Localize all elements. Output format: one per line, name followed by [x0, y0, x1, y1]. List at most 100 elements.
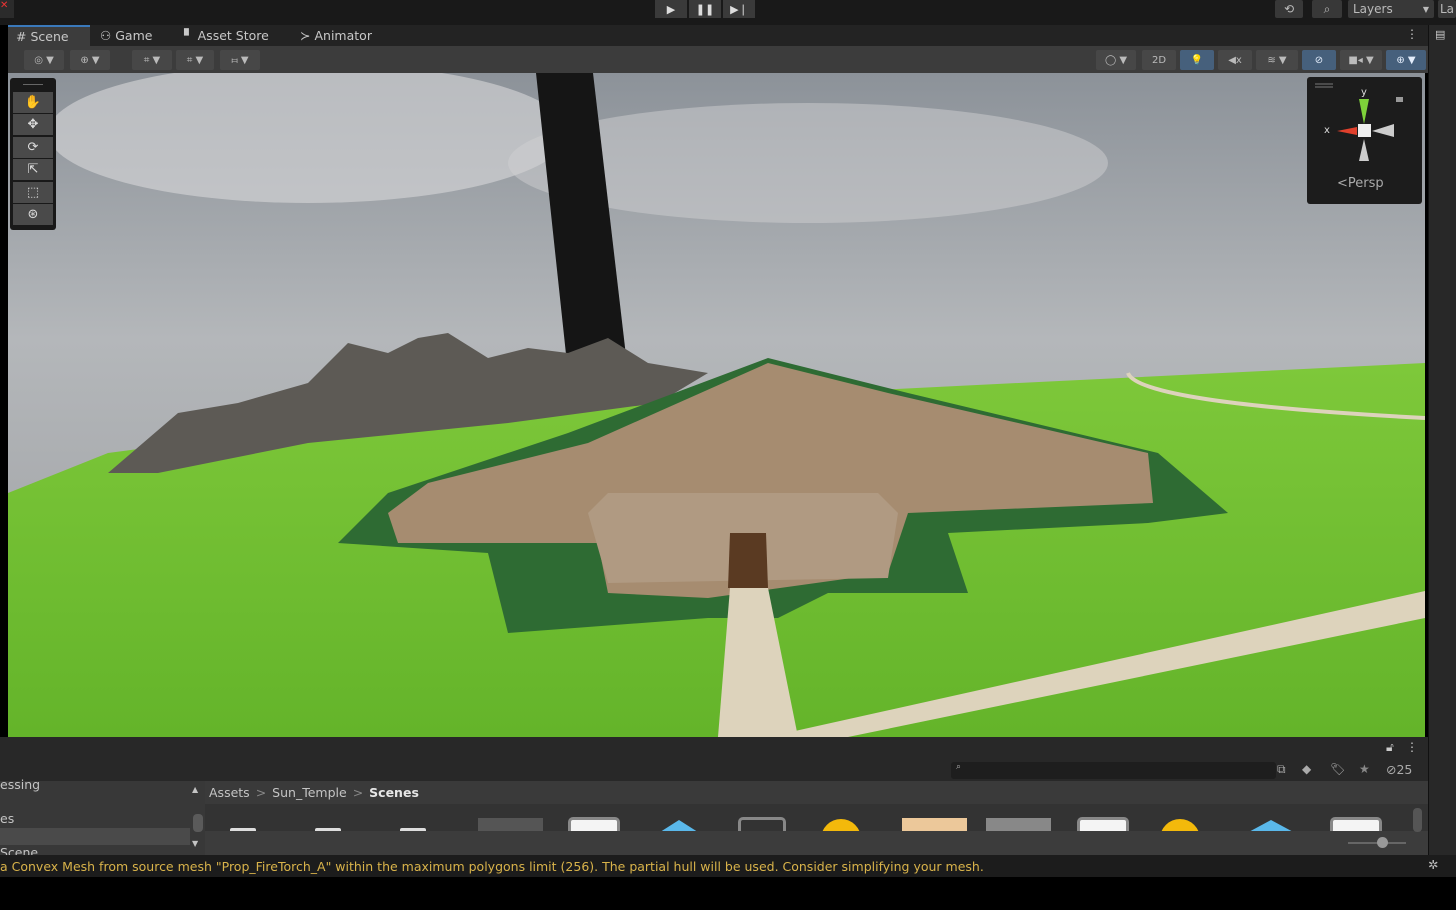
asset-thumbnail-file[interactable] — [568, 817, 620, 831]
step-button[interactable]: ▶❘ — [723, 0, 755, 18]
history-icon[interactable]: ⟲ — [1275, 0, 1303, 18]
tab-label: Game — [115, 28, 153, 43]
transform-tool-button[interactable]: ⊛ — [13, 204, 53, 225]
tab-asset-store[interactable]: ▘ Asset Store — [176, 25, 277, 46]
draw-mode-dropdown[interactable]: ◎ ▼ — [24, 50, 64, 70]
grid-icon: # — [16, 29, 27, 44]
scroll-down-arrow[interactable]: ▼ — [192, 839, 198, 848]
scene-render — [8, 73, 1425, 737]
asset-thumbnail-texture[interactable] — [986, 818, 1051, 831]
pause-button[interactable]: ❚❚ — [689, 0, 721, 18]
search-icon[interactable]: ⌕ — [1312, 0, 1342, 18]
tree-scrollbar[interactable] — [193, 814, 203, 832]
rotate-tool-button[interactable]: ⟳ — [13, 136, 53, 158]
hidden-objects-toggle[interactable]: ⊘ — [1302, 50, 1336, 70]
tab-bar: # Scene ⚇ Game ▘ Asset Store ≻ Animator ⋮ — [8, 25, 1428, 46]
rect-tool-button[interactable]: ⬚ — [13, 181, 53, 203]
toggle-2d-label: 2D — [1151, 54, 1167, 66]
breadcrumb-item[interactable]: Sun_Temple — [272, 785, 347, 800]
scene-viewport[interactable] — [8, 73, 1425, 737]
filter-by-type-icon[interactable]: ◆ — [1302, 762, 1311, 776]
asset-footer — [205, 831, 1428, 855]
asset-scrollbar[interactable] — [1413, 808, 1422, 832]
projection-label: Persp — [1347, 176, 1384, 191]
projection-toggle[interactable]: <Persp — [1337, 176, 1384, 191]
asset-thumbnail-file[interactable] — [738, 817, 786, 831]
lighting-toggle[interactable]: 💡 — [1180, 50, 1214, 70]
scale-tool-button[interactable]: ⇱ — [13, 159, 53, 180]
asset-thumbnail-prefab[interactable] — [1245, 820, 1297, 831]
favorite-star-icon[interactable]: ★ — [1359, 762, 1370, 776]
project-search-row: ⌕ ⧉ ◆ 🏷︎ ★ ⊘25 — [0, 760, 1428, 781]
tab-game[interactable]: ⚇ Game — [92, 25, 160, 46]
scale-icon: ⇱ — [27, 162, 39, 177]
project-search-input[interactable]: ⌕ — [951, 762, 1276, 779]
y-axis-cone — [1359, 99, 1369, 124]
asset-thumbnail-prefab[interactable] — [657, 820, 701, 831]
tab-scene[interactable]: # Scene — [8, 25, 90, 46]
rect-icon: ⬚ — [26, 184, 40, 200]
neg-y-axis-cone — [1359, 139, 1369, 161]
drag-handle[interactable] — [23, 84, 43, 90]
layout-label: La — [1439, 2, 1455, 16]
search-by-type-icon[interactable]: ⧉ — [1277, 762, 1286, 777]
asset-thumbnail-file[interactable] — [1077, 817, 1129, 831]
neg-x-axis-cone — [1372, 124, 1394, 137]
main-toolbar: ✕ ▶ ❚❚ ▶❘ ⟲ ⌕ Layers ▼ La — [0, 0, 1456, 25]
bag-icon: ▘ — [184, 28, 194, 43]
speaker-icon: ◀x — [1228, 54, 1242, 66]
scene-toolbar: ◎ ▼ ⊕ ▼ ⌗ ▼ ⌗ ▼ ⧦ ▼ ◯ ▼ 2D 💡 ◀x ≋ ▼ ⊘ ■◂… — [8, 46, 1428, 73]
rotate-icon: ⟳ — [27, 139, 39, 155]
animator-icon: ≻ — [300, 28, 311, 43]
play-button[interactable]: ▶ — [655, 0, 687, 18]
tab-label: Asset Store — [197, 28, 269, 43]
asset-thumbnail-texture[interactable] — [902, 818, 967, 831]
asset-thumbnail[interactable] — [478, 818, 543, 831]
center-cube — [1358, 124, 1371, 137]
more-menu-icon[interactable]: ⋮ — [1406, 740, 1418, 754]
tree-item[interactable]: essing — [0, 777, 40, 792]
zoom-slider-handle[interactable] — [1377, 837, 1388, 848]
y-axis-label: y — [1361, 87, 1367, 98]
inspector-panel-edge: ▤ — [1428, 25, 1456, 855]
tree-item[interactable]: Scene — [0, 845, 38, 855]
asset-thumbnail-material[interactable] — [821, 819, 861, 831]
breadcrumb-item[interactable]: Assets — [209, 785, 250, 800]
x-axis-cone — [1337, 127, 1357, 135]
increment-snap-dropdown[interactable]: ⌗ ▼ — [176, 50, 214, 70]
layers-dropdown[interactable]: Layers ▼ — [1348, 0, 1434, 18]
hidden-packages-toggle[interactable]: ⊘25 — [1386, 762, 1412, 777]
gizmos-dropdown[interactable]: ⊕ ▼ — [1386, 50, 1426, 70]
lock-icon[interactable]: 🔓︎ — [1386, 740, 1394, 755]
layers-icon: ≋ ▼ — [1267, 54, 1287, 66]
transform-icon: ⊛ — [27, 207, 39, 222]
label-icon[interactable]: 🏷︎ — [1330, 762, 1345, 776]
grid-snapping-dropdown[interactable]: ⌗ ▼ — [132, 50, 172, 70]
layout-dropdown[interactable]: La — [1438, 0, 1456, 18]
gizmo-icon: ⊕ ▼ — [1396, 54, 1416, 66]
eye-slash-icon: ⊘ — [1314, 54, 1324, 66]
asset-thumbnail-file[interactable] — [1330, 817, 1382, 831]
console-warning-message[interactable]: a Convex Mesh from source mesh "Prop_Fir… — [0, 859, 984, 874]
tab-animator[interactable]: ≻ Animator — [292, 25, 380, 46]
audio-toggle[interactable]: ◀x — [1218, 50, 1252, 70]
toggle-2d-button[interactable]: 2D — [1142, 50, 1176, 70]
debug-bug-icon[interactable]: ✲ — [1428, 857, 1438, 872]
align-dropdown[interactable]: ⧦ ▼ — [220, 50, 260, 70]
console-status-bar[interactable]: a Convex Mesh from source mesh "Prop_Fir… — [0, 855, 1456, 877]
move-tool-button[interactable]: ✥ — [13, 114, 53, 135]
scroll-up-arrow[interactable]: ▲ — [192, 785, 198, 794]
breadcrumb-item-current[interactable]: Scenes — [369, 785, 419, 800]
effects-dropdown[interactable]: ≋ ▼ — [1256, 50, 1298, 70]
tree-item-selected[interactable] — [0, 828, 190, 845]
hand-tool-button[interactable]: ✋ — [13, 91, 53, 113]
orientation-gizmo[interactable]: y x <Persp — [1307, 77, 1422, 204]
shading-mode-dropdown[interactable]: ◯ ▼ — [1096, 50, 1136, 70]
global-local-dropdown[interactable]: ⊕ ▼ — [70, 50, 110, 70]
camera-dropdown[interactable]: ■◂ ▼ — [1340, 50, 1382, 70]
asset-thumbnail-material[interactable] — [1160, 819, 1200, 831]
tree-item[interactable]: es — [0, 811, 14, 826]
inspector-tab-icon[interactable]: ▤ — [1435, 28, 1445, 41]
error-icon[interactable]: ✕ — [0, 0, 14, 18]
more-menu-icon[interactable]: ⋮ — [1406, 27, 1418, 41]
